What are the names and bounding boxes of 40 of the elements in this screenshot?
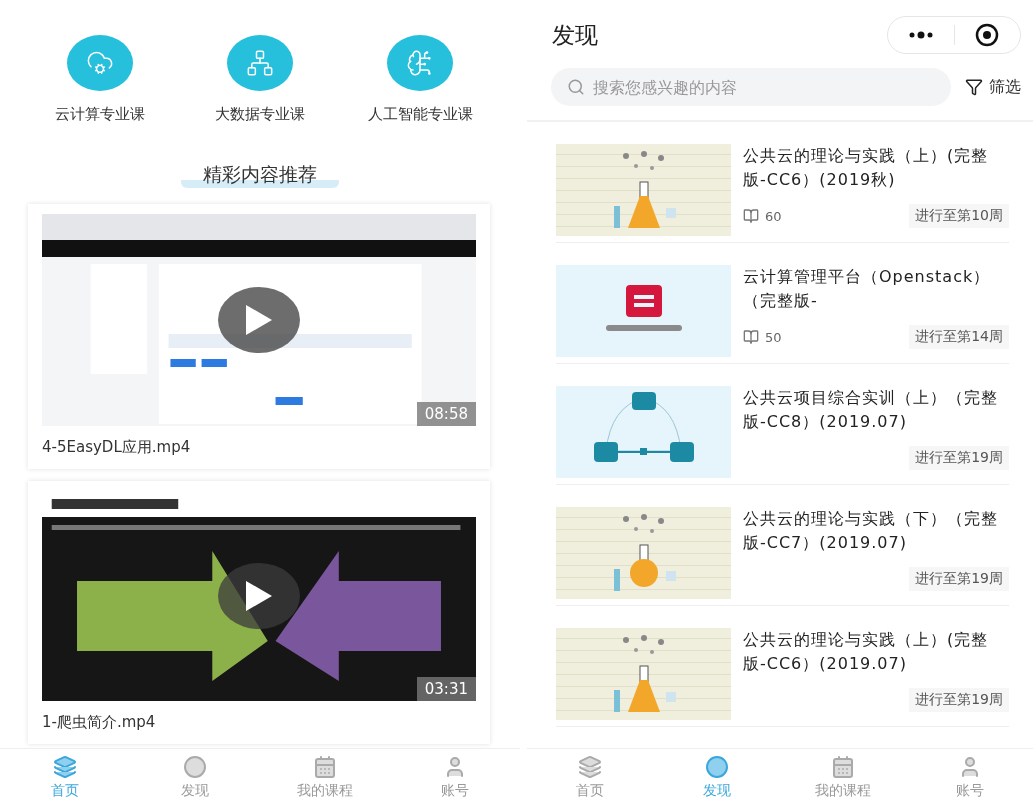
more-icon <box>907 31 934 39</box>
video-title: 4-5EasyDL应用.mp4 <box>42 438 192 457</box>
progress-label: 进行至第10周 <box>909 204 1009 228</box>
course-title: 公共云的理论与实践（上）(完整版-CC6）(2019.07) <box>743 629 990 675</box>
video-card[interactable]: 08:58 4-5EasyDL应用.mp4 <box>28 204 490 469</box>
course-item[interactable]: 公共云项目综合实训（上）（完整版-CC8）(2019.07) 进行至第19周 <box>556 364 1009 485</box>
course-item[interactable]: 公共云的理论与实践（下）（完整版-CC7）(2019.07) 进行至第19周 <box>556 485 1009 606</box>
progress-label: 进行至第19周 <box>909 688 1009 712</box>
calendar-icon <box>831 755 856 779</box>
section-title: 精彩内容推荐 <box>181 162 339 188</box>
course-title: 云计算管理平台（Openstack）（完整版- <box>743 266 992 312</box>
cards-icon <box>578 755 603 779</box>
video-title: 1-爬虫简介.mp4 <box>42 713 157 732</box>
course-item[interactable]: 公共云的理论与实践（上）(完整版-CC6）(2019.07) 进行至第19周 <box>556 606 1009 727</box>
play-icon <box>246 305 272 335</box>
lesson-count: 60 <box>743 208 782 224</box>
progress-label: 进行至第19周 <box>909 446 1009 470</box>
filter-icon <box>965 78 983 96</box>
category-label: 云计算专业课 <box>55 105 145 124</box>
course-title: 公共云项目综合实训（上）（完整版-CC8）(2019.07) <box>743 387 999 433</box>
progress-label: 进行至第14周 <box>909 325 1009 349</box>
video-card[interactable]: 03:31 1-爬虫简介.mp4 <box>28 481 490 744</box>
page-title: 发现 <box>552 20 598 50</box>
search-field[interactable]: 搜索您感兴趣的内容 <box>551 68 951 106</box>
course-title: 公共云的理论与实践（上）(完整版-CC6）(2019秋) <box>743 145 990 191</box>
cards-icon <box>53 755 77 779</box>
category-label: 人工智能专业课 <box>367 105 473 124</box>
calendar-icon <box>313 755 337 779</box>
search-icon <box>567 78 585 96</box>
course-item[interactable]: 公共云的理论与实践（上）(完整版-CC6）(2019秋) 60 进行至第10周 <box>556 122 1009 243</box>
play-icon <box>246 581 272 611</box>
target-icon <box>975 23 1000 47</box>
video-duration: 08:58 <box>416 402 476 426</box>
lesson-count: 50 <box>743 329 782 345</box>
category-label: 大数据专业课 <box>215 105 305 124</box>
course-title: 公共云的理论与实践（下）（完整版-CC7）(2019.07) <box>743 508 999 554</box>
course-item[interactable]: 云计算管理平台（Openstack）（完整版- 50 进行至第14周 <box>556 243 1009 364</box>
filter-button[interactable]: 筛选 <box>965 76 1021 98</box>
video-duration: 03:31 <box>416 677 476 701</box>
progress-label: 进行至第19周 <box>909 567 1009 591</box>
